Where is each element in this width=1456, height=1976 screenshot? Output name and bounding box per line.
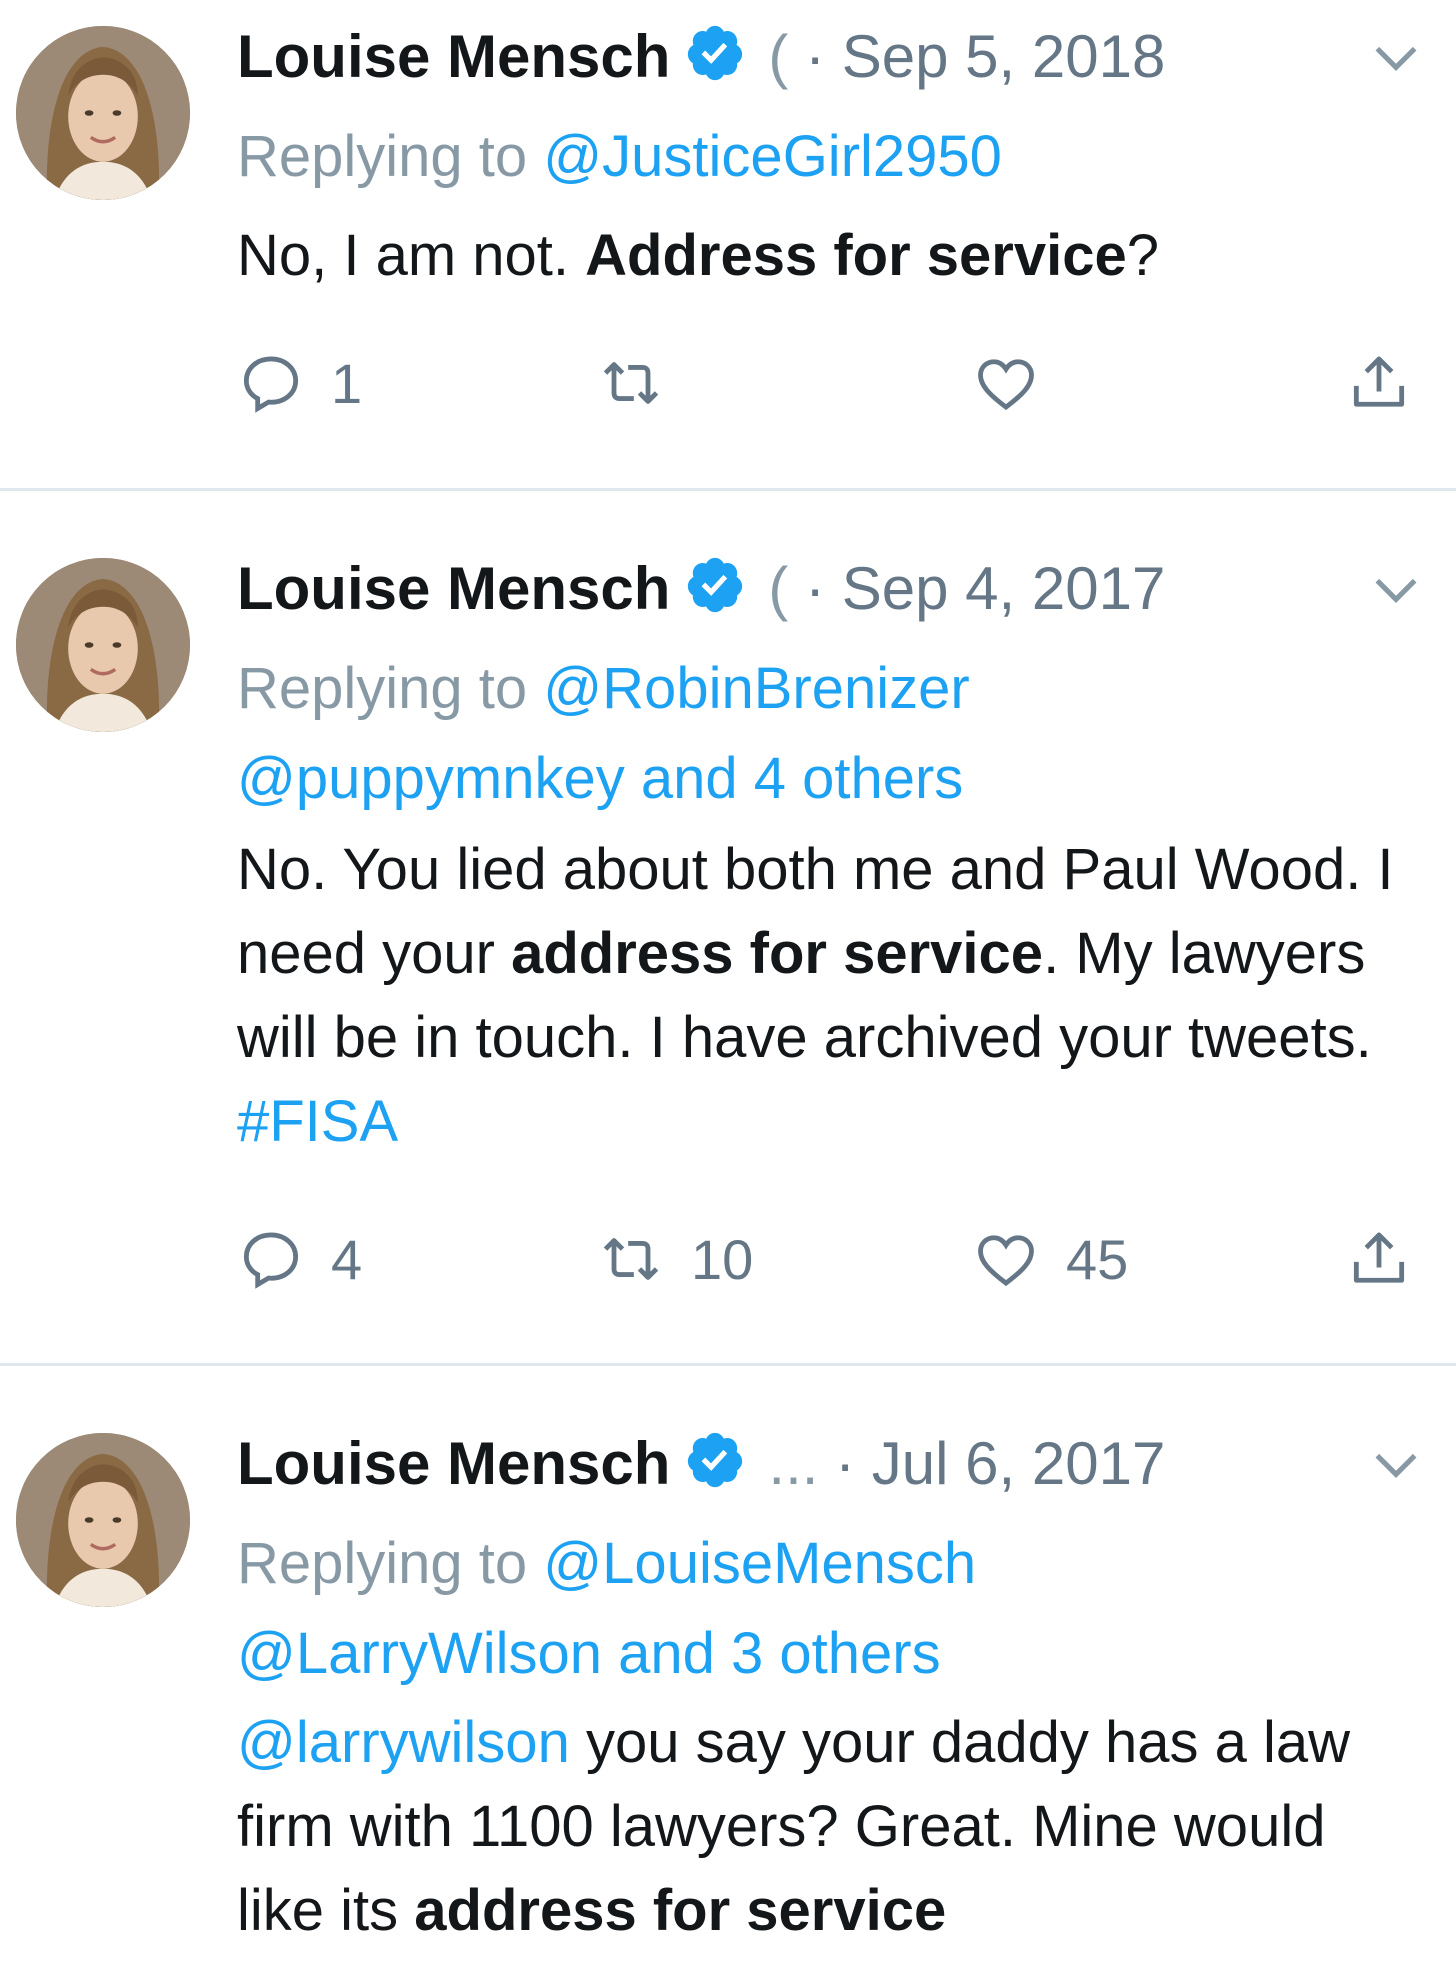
reply-icon: [243, 1232, 299, 1289]
reply-button[interactable]: 1: [237, 343, 362, 423]
tweet-header: Louise Mensch ( · Sep 4, 2017: [237, 554, 1165, 624]
replying-to: Replying to @JusticeGirl2950: [237, 112, 1002, 202]
like-icon: [978, 1235, 1034, 1287]
tweet-1[interactable]: Louise Mensch ( · Sep 5, 2018 Replying to…: [0, 0, 1456, 488]
avatar-image: [16, 558, 190, 732]
reply-count: 4: [331, 1227, 363, 1291]
tweet-text: No. You lied about both me and Paul Wood…: [237, 828, 1416, 1164]
tweet-actions: 1: [237, 343, 1427, 423]
tweet-text-bold: address for service: [414, 1878, 947, 1943]
avatar-image: [16, 1433, 190, 1607]
handle: (: [768, 555, 789, 622]
handle: (: [768, 23, 789, 90]
tweet-date[interactable]: Sep 4, 2017: [842, 555, 1166, 622]
verified-badge-icon: [688, 557, 743, 613]
retweet-button[interactable]: [597, 343, 691, 423]
chevron-down-icon[interactable]: [1368, 30, 1424, 86]
share-icon: [1353, 356, 1405, 407]
retweet-icon: [603, 1238, 659, 1280]
tweet-actions: 4 10 45: [237, 1219, 1427, 1299]
reply-mention[interactable]: @JusticeGirl2950: [543, 124, 1002, 189]
tweet-header: Louise Mensch ( · Sep 5, 2018: [237, 22, 1165, 92]
tweet-header: Louise Mensch... · Jul 6, 2017: [237, 1429, 1165, 1499]
tweet-2[interactable]: Louise Mensch ( · Sep 4, 2017 Replying to…: [0, 491, 1456, 1363]
retweet-icon: [603, 362, 659, 404]
avatar[interactable]: [16, 558, 190, 732]
share-icon: [1353, 1232, 1405, 1283]
tweet-dot: ·: [805, 555, 826, 622]
tweet-dot: ·: [835, 1430, 856, 1497]
reply-mention[interactable]: @RobinBrenizer: [543, 656, 969, 721]
retweet-count: 10: [691, 1227, 754, 1291]
display-name[interactable]: Louise Mensch: [237, 1430, 670, 1497]
reply-mention[interactable]: @LouiseMensch: [543, 1531, 976, 1596]
verified-badge-icon: [688, 1432, 743, 1488]
chevron-down-icon[interactable]: [1368, 1437, 1424, 1493]
verified-badge-icon: [688, 25, 743, 81]
tweet-date[interactable]: Jul 6, 2017: [872, 1430, 1166, 1497]
replying-to: Replying to @RobinBrenizer @puppymnkey a…: [237, 644, 970, 824]
replying-label: Replying to: [237, 1531, 528, 1596]
tweet-dot: ·: [805, 23, 826, 90]
tweet-text: No, I am not. Address for service?: [237, 214, 1416, 298]
tweet-date[interactable]: Sep 5, 2018: [842, 23, 1166, 90]
handle: ...: [768, 1430, 819, 1497]
like-icon: [978, 359, 1034, 411]
tweet-text-part: ?: [1126, 223, 1160, 288]
display-name[interactable]: Louise Mensch: [237, 555, 670, 622]
display-name[interactable]: Louise Mensch: [237, 23, 670, 90]
retweet-button[interactable]: 10: [597, 1219, 753, 1299]
chevron-down-icon[interactable]: [1368, 562, 1424, 618]
tweet-text-bold: Address for service: [585, 223, 1127, 288]
avatar[interactable]: [16, 1433, 190, 1607]
tweet-text-bold: address for service: [511, 921, 1044, 986]
avatar-image: [16, 26, 190, 200]
reply-others[interactable]: @puppymnkey and 4 others: [237, 746, 963, 811]
tweet-text-part: No, I am not.: [237, 223, 586, 288]
reply-button[interactable]: 4: [237, 1219, 362, 1299]
mention-link[interactable]: @larrywilson: [237, 1710, 570, 1775]
share-button[interactable]: [1345, 343, 1413, 423]
hashtag-link[interactable]: #FISA: [237, 1089, 398, 1154]
like-count: 45: [1066, 1227, 1129, 1291]
replying-to: Replying to @LouiseMensch @LarryWilson a…: [237, 1519, 976, 1699]
reply-count: 1: [331, 351, 363, 415]
like-button[interactable]: 45: [972, 1219, 1128, 1299]
reply-icon: [243, 356, 299, 413]
like-button[interactable]: [972, 343, 1066, 423]
tweet-text: @larrywilson you say your daddy has a la…: [237, 1701, 1416, 1953]
reply-others[interactable]: @LarryWilson and 3 others: [237, 1621, 941, 1686]
tweet-3[interactable]: Louise Mensch... · Jul 6, 2017 Replying …: [0, 1366, 1456, 1976]
avatar[interactable]: [16, 26, 190, 200]
share-button[interactable]: [1345, 1219, 1413, 1299]
replying-label: Replying to: [237, 656, 528, 721]
replying-label: Replying to: [237, 124, 528, 189]
